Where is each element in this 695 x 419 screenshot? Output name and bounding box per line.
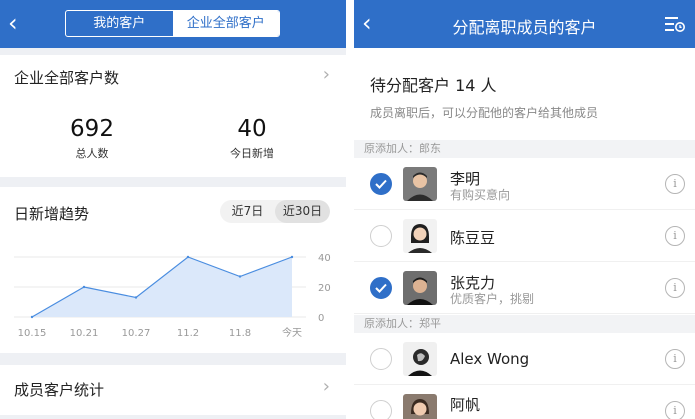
select-checkbox[interactable] (370, 277, 392, 299)
customer-name: 陈豆豆 (450, 229, 496, 247)
stat-total: 692 总人数 (32, 115, 152, 161)
data-point (238, 275, 242, 278)
x-tick-label: 10.27 (122, 328, 151, 339)
customer-note: 优质客户，挑剔 (450, 292, 535, 306)
chevron-right-icon: › (322, 64, 330, 85)
tab-my-customers[interactable]: 我的客户 (66, 11, 173, 36)
avatar (403, 271, 437, 305)
filter-clock-icon[interactable] (665, 15, 685, 33)
info-icon[interactable]: i (665, 174, 685, 194)
member-stats-row[interactable]: 成员客户统计 › (0, 365, 346, 415)
customer-row[interactable]: 张克力 优质客户，挑剔 i (354, 262, 695, 314)
select-checkbox[interactable] (370, 348, 392, 370)
avatar (403, 342, 437, 376)
info-icon[interactable]: i (665, 278, 685, 298)
select-checkbox[interactable] (370, 225, 392, 247)
pending-hint: 成员离职后，可以分配他的客户给其他成员 (370, 106, 599, 120)
customer-row[interactable]: 阿帆 i (354, 385, 695, 419)
stat-label: 总人数 (75, 147, 109, 160)
customer-name: 阿帆 (450, 396, 481, 414)
avatar (403, 219, 437, 253)
x-tick-label: 今天 (282, 326, 302, 339)
group-header: 原添加人：郎东 (354, 140, 695, 158)
stat-value: 40 (237, 116, 267, 142)
customer-row[interactable]: 陈豆豆 i (354, 210, 695, 262)
info-icon[interactable]: i (665, 226, 685, 246)
right-header: ‹ 分配离职成员的客户 (354, 0, 695, 48)
range-toggle: 近7日 近30日 (220, 200, 330, 223)
member-stats-title: 成员客户统计 (14, 381, 105, 399)
check-icon (375, 179, 387, 189)
info-icon[interactable]: i (665, 401, 685, 419)
x-tick-label: 10.15 (18, 328, 47, 339)
customer-row[interactable]: 李明 有购买意向 i (354, 158, 695, 210)
select-checkbox[interactable] (370, 400, 392, 419)
data-point (30, 315, 34, 319)
summary-card[interactable]: 企业全部客户数 › 692 总人数 40 今日新增 (0, 55, 346, 177)
data-point (186, 255, 190, 259)
screenshot-root: ‹ 我的客户 企业全部客户 企业全部客户数 › 692 总人数 40 今日新增 … (0, 0, 695, 419)
range-30-days[interactable]: 近30日 (275, 200, 330, 223)
customer-note: 有购买意向 (450, 188, 511, 202)
y-tick-label: 40 (318, 253, 331, 264)
avatar (403, 167, 437, 201)
summary-title: 企业全部客户数 (14, 69, 120, 87)
left-header: ‹ 我的客户 企业全部客户 (0, 0, 346, 48)
group-header: 原添加人：郑平 (354, 315, 695, 333)
range-7-days[interactable]: 近7日 (220, 200, 275, 223)
data-point (134, 296, 138, 299)
info-icon[interactable]: i (665, 349, 685, 369)
stat-today-new: 40 今日新增 (192, 115, 312, 161)
customer-scope-tabs: 我的客户 企业全部客户 (65, 10, 280, 37)
right-screen: ‹ 分配离职成员的客户 待分配客户 14 人 成员离职后，可以分配他的客户给其他… (354, 0, 695, 419)
stat-label: 今日新增 (230, 147, 274, 160)
customer-row[interactable]: Alex Wong i (354, 333, 695, 385)
stat-value: 692 (70, 116, 114, 142)
trend-card: 日新增趋势 近7日 近30日 40 20 0 10.15 10.21 10.27 11.2 1… (0, 187, 346, 353)
x-tick-label: 10.21 (70, 328, 99, 339)
trend-chart: 40 20 0 10.15 10.21 10.27 11.2 11.8 今天 (14, 253, 331, 339)
y-tick-label: 20 (318, 283, 331, 294)
page-title: 分配离职成员的客户 (452, 18, 597, 37)
y-tick-label: 0 (318, 313, 324, 324)
back-icon[interactable]: ‹ (8, 9, 18, 37)
select-checkbox[interactable] (370, 173, 392, 195)
pending-count: 待分配客户 14 人 (370, 76, 497, 95)
tab-all-customers[interactable]: 企业全部客户 (172, 11, 279, 36)
customer-name: Alex Wong (450, 350, 530, 368)
data-point (82, 285, 86, 289)
trend-title: 日新增趋势 (14, 205, 90, 223)
chevron-right-icon: › (322, 376, 330, 397)
data-point (290, 255, 294, 259)
check-icon (375, 283, 387, 293)
x-tick-label: 11.2 (177, 328, 199, 339)
avatar (403, 394, 437, 419)
left-screen: ‹ 我的客户 企业全部客户 企业全部客户数 › 692 总人数 40 今日新增 … (0, 0, 346, 419)
screen-divider (346, 0, 354, 419)
x-tick-label: 11.8 (229, 328, 251, 339)
